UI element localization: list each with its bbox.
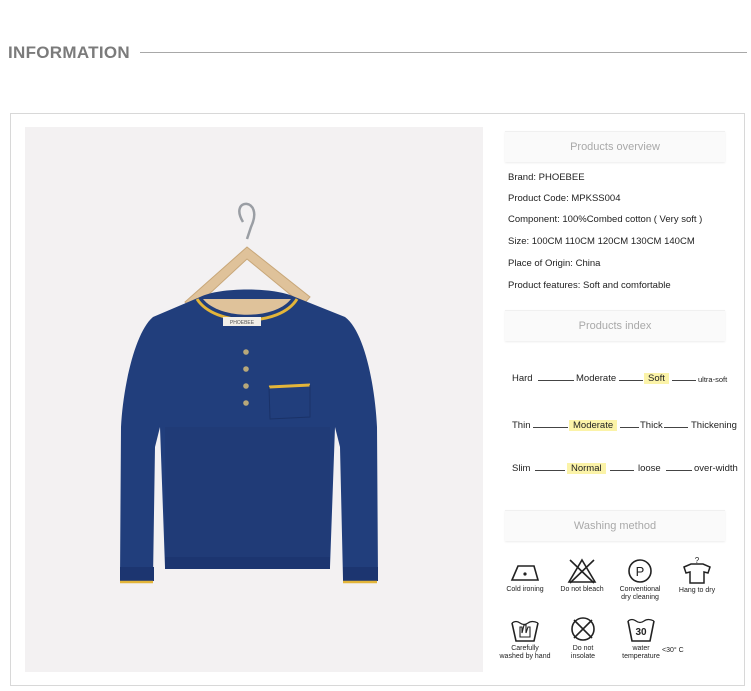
- softness-scale: Hard Moderate Soft ultra-soft: [512, 373, 747, 387]
- products-index-header: Products index: [505, 310, 725, 341]
- svg-text:PHOEBEE: PHOEBEE: [230, 320, 255, 326]
- water-temperature-icon: 30: [627, 618, 655, 642]
- scale-moderate-selected: Moderate: [569, 420, 618, 431]
- scale-loose: loose: [638, 463, 661, 474]
- dry-cleaning-icon: P: [628, 559, 652, 583]
- thickness-scale: Thin Moderate Thick Thickening: [512, 420, 747, 434]
- product-photo: PHOEBEE: [25, 127, 483, 672]
- care-do-not-bleach: Do not bleach: [554, 558, 610, 594]
- component-row: Component: 100%Combed cotton ( Very soft…: [508, 214, 703, 225]
- fit-scale: Slim Normal loose over-width: [512, 463, 747, 477]
- product-code-row: Product Code: MPKSS004: [508, 193, 621, 204]
- origin-row: Place of Origin: China: [508, 258, 601, 269]
- care-do-not-insolate: Do not insolate: [560, 615, 606, 661]
- scale-moderate: Moderate: [576, 373, 617, 384]
- size-row: Size: 100CM 110CM 120CM 130CM 140CM: [508, 236, 695, 247]
- cold-ironing-icon: [510, 565, 540, 581]
- scale-ultra-soft: ultra-soft: [698, 375, 728, 384]
- svg-text:30: 30: [635, 627, 647, 638]
- scale-slim: Slim: [512, 463, 531, 474]
- hand-wash-icon: [511, 620, 539, 642]
- features-row: Product features: Soft and comfortable: [508, 280, 671, 291]
- care-hand-wash: Carefully washed by hand: [496, 615, 554, 661]
- water-temperature-note: <30° C: [662, 647, 684, 654]
- scale-thickening: Thickening: [691, 420, 737, 431]
- products-overview-header: Products overview: [505, 131, 725, 162]
- section-title: INFORMATION: [8, 43, 130, 62]
- scale-thick: Thick: [640, 420, 663, 431]
- do-not-insolate-icon: [571, 617, 595, 641]
- scale-thin: Thin: [512, 420, 531, 431]
- care-water-temperature: 30 water temperature: [614, 615, 668, 661]
- scale-hard: Hard: [512, 373, 533, 384]
- scale-normal-selected: Normal: [567, 463, 606, 474]
- care-dry-cleaning: P Conventional dry cleaning: [614, 558, 666, 602]
- care-cold-ironing: Cold ironing: [500, 558, 550, 594]
- brand-row: Brand: PHOEBEE: [508, 172, 585, 183]
- svg-text:P: P: [636, 564, 645, 579]
- washing-method-header: Washing method: [505, 510, 725, 541]
- header-divider: [140, 52, 747, 53]
- scale-soft-selected: Soft: [644, 373, 669, 384]
- scale-over-width: over-width: [694, 463, 738, 474]
- do-not-bleach-icon: [567, 558, 597, 584]
- sweater-image: PHOEBEE: [120, 202, 378, 584]
- hang-to-dry-icon: ?: [683, 556, 711, 584]
- care-hang-to-dry: ? Hang to dry: [678, 556, 716, 594]
